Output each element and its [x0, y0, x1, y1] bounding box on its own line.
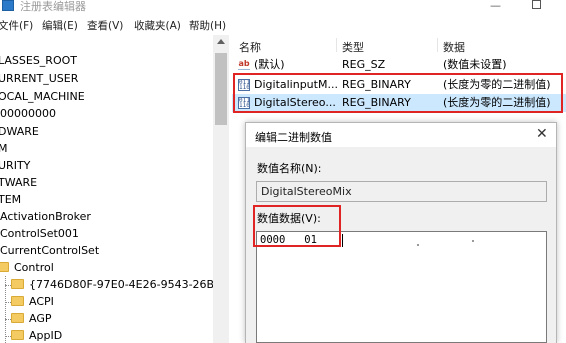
hex-line: 0000 01 [260, 234, 317, 246]
value-type: REG_BINARY [342, 78, 411, 91]
tree-item-agp[interactable]: AGP [0, 310, 228, 327]
column-header-type[interactable]: 类型 [342, 39, 364, 55]
dot-mark [472, 240, 474, 242]
column-divider[interactable] [437, 38, 438, 52]
scroll-thumb[interactable] [215, 53, 227, 125]
value-type: REG_BINARY [342, 96, 411, 109]
column-divider[interactable] [336, 38, 337, 52]
edit-binary-dialog: 编辑二进制数值 ✕ 数值名称(N): DigitalStereoMix 数值数据… [245, 122, 557, 343]
tree-item-appid[interactable]: AppID [0, 327, 228, 343]
minimize-button[interactable]: — [490, 0, 501, 12]
maximize-button[interactable] [532, 0, 541, 9]
value-data-label: 数值数据(V): [257, 212, 321, 225]
regedit-app-icon [2, 0, 14, 11]
tree-item-acpi[interactable]: ACPI [0, 293, 228, 310]
close-icon[interactable]: ✕ [536, 126, 548, 142]
value-row-default[interactable]: ab (默认) REG_SZ (数值未设置) [232, 56, 566, 74]
dialog-body: 数值名称(N): DigitalStereoMix 数值数据(V): 0000 … [246, 147, 556, 343]
column-header-data[interactable]: 数据 [443, 39, 465, 55]
text-caret [342, 234, 343, 247]
tree-scrollbar[interactable] [213, 35, 229, 343]
value-name: (默认) [254, 58, 285, 71]
registry-tree: LASSES_ROOT URRENT_USER OCAL_MACHINE 000… [0, 35, 229, 343]
binary-value-icon: 011 110 [238, 97, 250, 109]
hex-editor[interactable]: 0000 01 [256, 231, 547, 343]
tree-item-control[interactable]: Control [0, 259, 228, 276]
binary-value-icon: 011 110 [238, 79, 250, 91]
folder-icon [11, 330, 24, 340]
dot-mark [417, 244, 419, 246]
title-bar: 注册表编辑器 — [0, 0, 566, 13]
menu-file[interactable]: 文件(F) [0, 18, 33, 33]
window-title: 注册表编辑器 [20, 0, 86, 13]
value-name-label: 数值名称(N): [257, 162, 322, 175]
value-data: (长度为零的二进制值) [443, 78, 551, 91]
menu-favorites[interactable]: 收藏夹(A) [134, 18, 181, 33]
folder-icon [0, 262, 9, 272]
folder-icon [11, 313, 24, 323]
value-name-field: DigitalStereoMix [256, 181, 547, 202]
folder-icon [11, 279, 24, 289]
value-name: DigitalStereo... [254, 96, 336, 109]
tree-item-guid[interactable]: {7746D80F-97E0-4E26-9543-26B41FC2 [0, 276, 228, 293]
menu-bar: 文件(F) 编辑(E) 查看(V) 收藏夹(A) 帮助(H) [0, 13, 566, 35]
scroll-up-icon[interactable] [217, 39, 225, 44]
dialog-title: 编辑二进制数值 [255, 131, 332, 144]
folder-icon [11, 296, 24, 306]
value-row-digitalstereo[interactable]: 011 110 DigitalStereo... REG_BINARY (长度为… [232, 94, 566, 112]
string-value-icon: ab [238, 59, 250, 70]
menu-view[interactable]: 查看(V) [87, 18, 123, 33]
value-type: REG_SZ [342, 58, 386, 71]
value-row-digitalinput[interactable]: 011 110 DigitalinputM... REG_BINARY (长度为… [232, 76, 566, 94]
value-data: (数值未设置) [443, 58, 507, 71]
value-data: (长度为零的二进制值) [443, 96, 551, 109]
value-name: DigitalinputM... [254, 78, 338, 91]
menu-edit[interactable]: 编辑(E) [42, 18, 78, 33]
menu-help[interactable]: 帮助(H) [189, 18, 226, 33]
column-header-name[interactable]: 名称 [239, 39, 261, 55]
